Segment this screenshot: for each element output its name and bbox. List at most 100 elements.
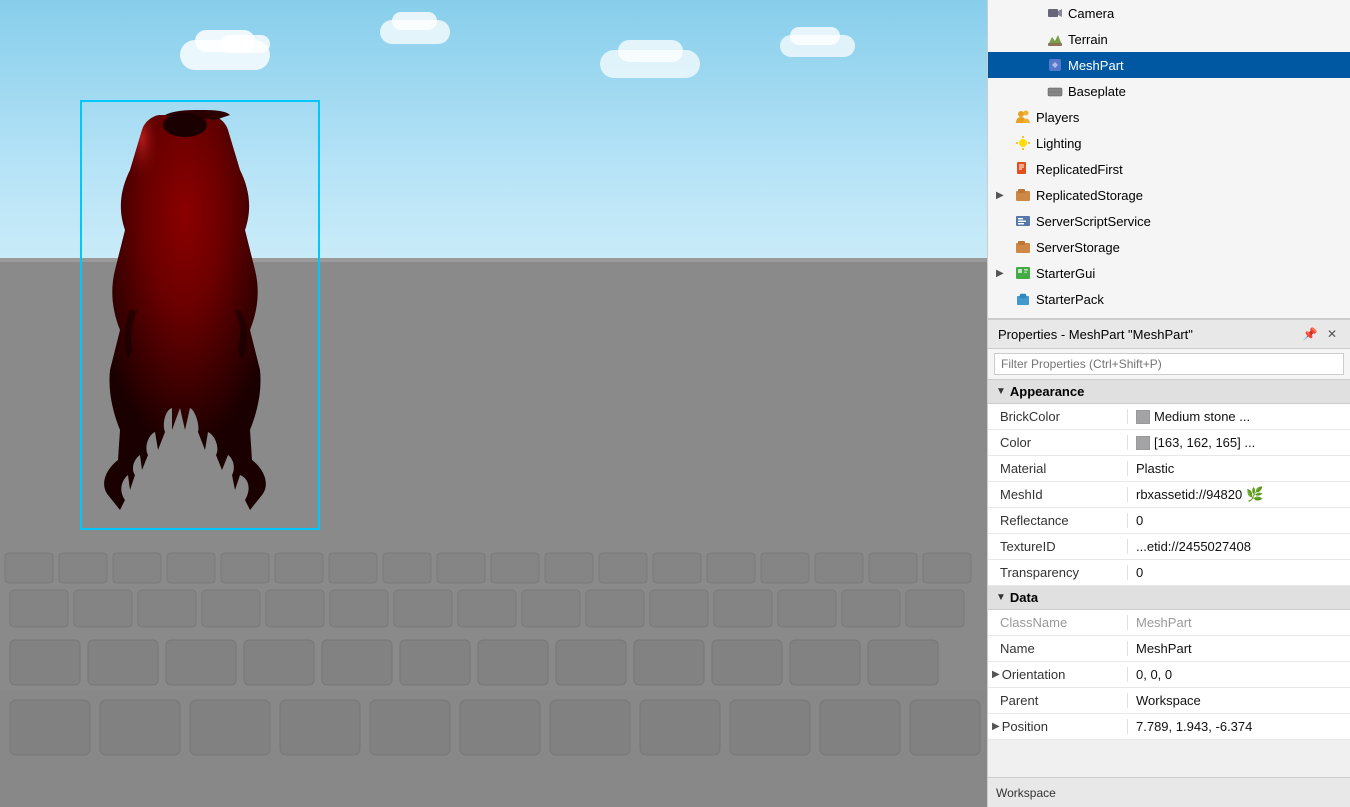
explorer-item-baseplate[interactable]: Baseplate [988,78,1350,104]
appearance-label: Appearance [1010,384,1084,399]
explorer-item-serverscriptservice[interactable]: ServerScriptService [988,208,1350,234]
explorer-item-replicatedstorage[interactable]: ▶ ReplicatedStorage [988,182,1350,208]
serverstorage-arrow [996,242,1010,253]
prop-row-meshid[interactable]: MeshId rbxassetid://94820 🌿 [988,482,1350,508]
filter-input[interactable] [994,353,1344,375]
startergui-arrow: ▶ [996,268,1010,279]
camera-icon [1046,4,1064,22]
explorer-item-startergui[interactable]: ▶ StarterGui [988,260,1350,286]
meshpart-label: MeshPart [1068,58,1124,73]
brickcolor-swatch [1136,410,1150,424]
prop-value-brickcolor: Medium stone ... [1128,409,1350,424]
explorer-item-starterpack[interactable]: StarterPack [988,286,1350,312]
prop-value-transparency: 0 [1128,565,1350,580]
prop-value-name: MeshPart [1128,641,1350,656]
prop-row-textureid[interactable]: TextureID ...etid://2455027408 [988,534,1350,560]
prop-name-position: ▶ Position [988,719,1128,734]
prop-name-name: Name [988,641,1128,656]
close-properties-icon[interactable]: ✕ [1324,326,1340,342]
prop-row-reflectance[interactable]: Reflectance 0 [988,508,1350,534]
prop-name-color: Color [988,435,1128,450]
explorer-item-meshpart[interactable]: MeshPart [988,52,1350,78]
serverstorage-label: ServerStorage [1036,240,1120,255]
prop-name-classname: ClassName [988,615,1128,630]
explorer-item-camera[interactable]: Camera [988,0,1350,26]
replicatedfirst-arrow [996,164,1010,175]
terrain-arrow [1028,34,1042,45]
prop-row-name[interactable]: Name MeshPart [988,636,1350,662]
prop-row-brickcolor[interactable]: BrickColor Medium stone ... [988,404,1350,430]
starterpack-label: StarterPack [1036,292,1104,307]
prop-value-parent: Workspace [1128,693,1350,708]
right-panel: Camera Terrain MeshPart Baseplate [987,0,1350,807]
explorer-item-serverstorage[interactable]: ServerStorage [988,234,1350,260]
prop-name-meshid: MeshId [988,487,1128,502]
explorer-item-terrain[interactable]: Terrain [988,26,1350,52]
serverscriptservice-arrow [996,216,1010,227]
replicatedfirst-icon [1014,160,1032,178]
color-swatch [1136,436,1150,450]
explorer-panel: Camera Terrain MeshPart Baseplate [988,0,1350,320]
properties-panel: Properties - MeshPart "MeshPart" 📌 ✕ ▼ A… [988,320,1350,807]
prop-value-classname: MeshPart [1128,615,1350,630]
properties-header-icons: 📌 ✕ [1302,326,1340,342]
prop-name-orientation: ▶ Orientation [988,667,1128,682]
prop-name-textureid: TextureID [988,539,1128,554]
explorer-item-replicatedfirst[interactable]: ReplicatedFirst [988,156,1350,182]
lighting-arrow [996,138,1010,149]
starterpack-arrow [996,294,1010,305]
prop-name-reflectance: Reflectance [988,513,1128,528]
data-label: Data [1010,590,1038,605]
meshpart-icon [1046,56,1064,74]
breadcrumb-bar: Workspace [988,777,1350,807]
prop-value-orientation: 0, 0, 0 [1128,667,1350,682]
replicatedstorage-label: ReplicatedStorage [1036,188,1143,203]
position-expand-icon: ▶ [992,721,1000,732]
prop-value-color: [163, 162, 165] ... [1128,435,1350,450]
replicatedfirst-label: ReplicatedFirst [1036,162,1123,177]
terrain-icon [1046,30,1064,48]
prop-value-reflectance: 0 [1128,513,1350,528]
meshpart-arrow [1028,60,1042,71]
startergui-icon [1014,264,1032,282]
startergui-label: StarterGui [1036,266,1095,281]
prop-row-color[interactable]: Color [163, 162, 165] ... [988,430,1350,456]
prop-row-material[interactable]: Material Plastic [988,456,1350,482]
appearance-section-header[interactable]: ▼ Appearance [988,380,1350,404]
players-arrow [996,112,1010,123]
prop-name-material: Material [988,461,1128,476]
prop-row-orientation[interactable]: ▶ Orientation 0, 0, 0 [988,662,1350,688]
prop-value-meshid: rbxassetid://94820 🌿 [1128,486,1350,503]
viewport [0,0,987,807]
terrain-label: Terrain [1068,32,1108,47]
prop-value-position: 7.789, 1.943, -6.374 [1128,719,1350,734]
lighting-icon [1014,134,1032,152]
explorer-item-starterplayer[interactable]: StarterPl... [988,312,1350,320]
prop-name-brickcolor: BrickColor [988,409,1128,424]
prop-value-textureid: ...etid://2455027408 [1128,539,1350,554]
data-section-header[interactable]: ▼ Data [988,586,1350,610]
prop-row-classname: ClassName MeshPart [988,610,1350,636]
baseplate-label: Baseplate [1068,84,1126,99]
meshid-asset-icon: 🌿 [1246,486,1263,503]
explorer-item-lighting[interactable]: Lighting [988,130,1350,156]
players-label: Players [1036,110,1079,125]
serverscriptservice-label: ServerScriptService [1036,214,1151,229]
filter-bar [988,349,1350,380]
properties-title: Properties - MeshPart "MeshPart" [998,327,1193,342]
explorer-item-players[interactable]: Players [988,104,1350,130]
prop-name-parent: Parent [988,693,1128,708]
meshpart-object[interactable] [80,100,340,580]
prop-row-parent[interactable]: Parent Workspace [988,688,1350,714]
properties-header: Properties - MeshPart "MeshPart" 📌 ✕ [988,320,1350,349]
baseplate-icon [1046,82,1064,100]
players-icon [1014,108,1032,126]
replicatedstorage-icon [1014,186,1032,204]
serverstorage-icon [1014,238,1032,256]
prop-name-transparency: Transparency [988,565,1128,580]
replicatedstorage-arrow: ▶ [996,190,1010,201]
camera-label: Camera [1068,6,1114,21]
prop-row-position[interactable]: ▶ Position 7.789, 1.943, -6.374 [988,714,1350,740]
pin-icon[interactable]: 📌 [1302,326,1318,342]
prop-row-transparency[interactable]: Transparency 0 [988,560,1350,586]
